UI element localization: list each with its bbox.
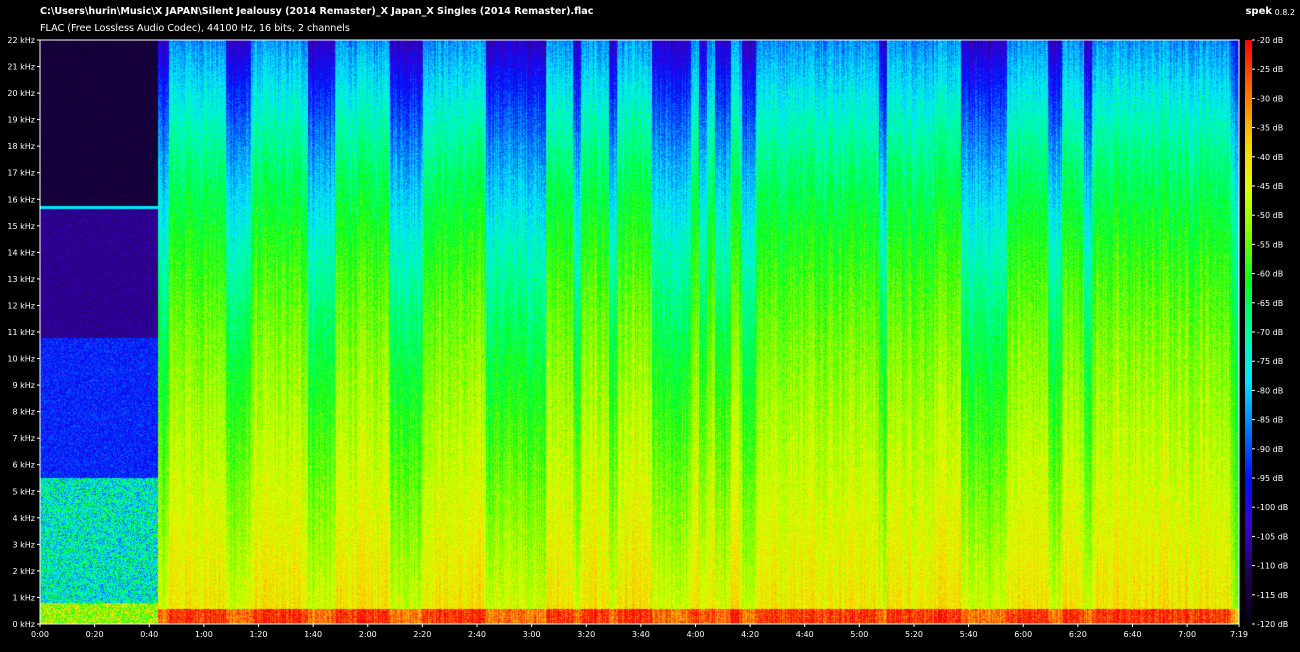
x-tick-label: 1:00 xyxy=(195,630,213,639)
x-tick-label: 1:40 xyxy=(304,630,322,639)
spectrogram-chart: 0 kHz 1 kHz 2 kHz 3 kHz 4 kHz 5 kHz 6 kHz 7 kHz… xyxy=(7,36,1288,639)
x-tick-label: 2:40 xyxy=(468,630,486,639)
colorbar-tick-label: -75 dB xyxy=(1257,357,1283,366)
y-tick-label: 14 kHz xyxy=(7,248,35,257)
colorbar-tick-label: -70 dB xyxy=(1257,328,1283,337)
y-tick-label: 11 kHz xyxy=(7,328,35,337)
y-tick-label: 21 kHz xyxy=(7,63,35,72)
colorbar-tick-label: -90 dB xyxy=(1257,445,1283,454)
y-tick-label: 18 kHz xyxy=(7,142,35,151)
colorbar-tick-label: -105 dB xyxy=(1257,532,1288,541)
x-tick-label: 3:00 xyxy=(523,630,541,639)
y-tick-label: 1 kHz xyxy=(13,593,35,602)
x-tick-label: 6:40 xyxy=(1123,630,1141,639)
colorbar-tick-label: -80 dB xyxy=(1257,386,1283,395)
y-tick-label: 16 kHz xyxy=(7,195,35,204)
y-tick-label: 12 kHz xyxy=(7,301,35,310)
x-tick-label: 5:20 xyxy=(905,630,923,639)
y-tick-label: 20 kHz xyxy=(7,89,35,98)
y-tick-label: 6 kHz xyxy=(13,461,35,470)
x-tick-label: 3:40 xyxy=(632,630,650,639)
colorbar-tick-label: -25 dB xyxy=(1257,65,1283,74)
colorbar-tick-label: -30 dB xyxy=(1257,94,1283,103)
colorbar: -20 dB -25 dB -30 dB -35 dB -40 dB -45 dB -50 … xyxy=(1245,36,1288,629)
y-tick-label: 10 kHz xyxy=(7,355,35,364)
spectrogram-image xyxy=(40,40,1239,624)
x-tick-label: 3:20 xyxy=(577,630,595,639)
y-tick-label: 13 kHz xyxy=(7,275,35,284)
y-tick-label: 8 kHz xyxy=(13,408,35,417)
x-tick-label: 4:20 xyxy=(741,630,759,639)
colorbar-tick-label: -20 dB xyxy=(1257,36,1283,45)
colorbar-tick-label: -100 dB xyxy=(1257,503,1288,512)
y-tick-label: 0 kHz xyxy=(13,620,35,629)
spectrogram-plot-area xyxy=(40,40,1239,624)
colorbar-tick-label: -110 dB xyxy=(1257,562,1288,571)
colorbar-gradient xyxy=(1245,40,1252,624)
x-tick-label: 1:20 xyxy=(250,630,268,639)
colorbar-tick-label: -95 dB xyxy=(1257,474,1283,483)
y-tick-label: 9 kHz xyxy=(13,381,35,390)
x-tick-label: 2:20 xyxy=(413,630,431,639)
x-tick-label: 0:20 xyxy=(86,630,104,639)
colorbar-tick-label: -60 dB xyxy=(1257,270,1283,279)
x-tick-label: 6:20 xyxy=(1069,630,1087,639)
colorbar-tick-label: -55 dB xyxy=(1257,240,1283,249)
x-tick-label: 6:00 xyxy=(1014,630,1032,639)
colorbar-tick-label: -115 dB xyxy=(1257,591,1288,600)
colorbar-tick-label: -40 dB xyxy=(1257,153,1283,162)
x-tick-label: 4:00 xyxy=(687,630,705,639)
y-tick-label: 5 kHz xyxy=(13,487,35,496)
y-tick-label: 7 kHz xyxy=(13,434,35,443)
y-tick-label: 15 kHz xyxy=(7,222,35,231)
y-tick-label: 19 kHz xyxy=(7,116,35,125)
colorbar-tick-label: -45 dB xyxy=(1257,182,1283,191)
x-tick-label: 4:40 xyxy=(796,630,814,639)
y-tick-label: 2 kHz xyxy=(13,567,35,576)
y-tick-label: 4 kHz xyxy=(13,514,35,523)
y-tick-label: 22 kHz xyxy=(7,36,35,45)
spek-window: C:\Users\hurin\Music\X JAPAN\Silent Jeal… xyxy=(0,0,1300,652)
colorbar-tick-label: -65 dB xyxy=(1257,299,1283,308)
colorbar-tick-label: -120 dB xyxy=(1257,620,1288,629)
x-tick-label: 0:40 xyxy=(140,630,158,639)
x-tick-label: 5:00 xyxy=(850,630,868,639)
y-tick-label: 17 kHz xyxy=(7,169,35,178)
x-tick-label: 7:00 xyxy=(1178,630,1196,639)
colorbar-tick-label: -35 dB xyxy=(1257,124,1283,133)
colorbar-tick-label: -50 dB xyxy=(1257,211,1283,220)
x-tick-label: 7:19 xyxy=(1230,630,1248,639)
x-tick-label: 0:00 xyxy=(31,630,49,639)
x-tick-label: 5:40 xyxy=(960,630,978,639)
y-tick-label: 3 kHz xyxy=(13,540,35,549)
x-tick-label: 2:00 xyxy=(359,630,377,639)
colorbar-tick-label: -85 dB xyxy=(1257,416,1283,425)
